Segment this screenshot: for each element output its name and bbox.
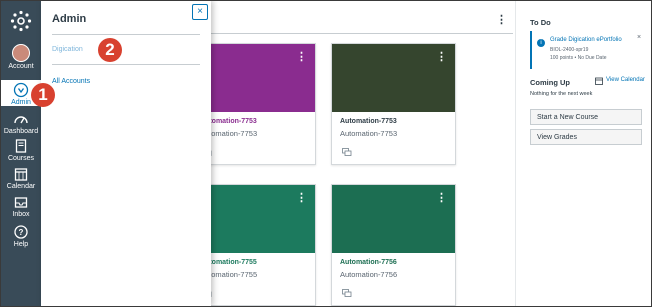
discussion-icon[interactable]	[342, 289, 352, 297]
nav-courses[interactable]: Courses	[1, 138, 41, 162]
card-course-name[interactable]: Automation-7756	[340, 259, 397, 266]
card-course-code: Automation-7753	[340, 129, 398, 138]
avatar	[12, 44, 30, 62]
tray-link-digication[interactable]: Digication	[52, 46, 83, 53]
close-icon[interactable]: ×	[192, 4, 208, 20]
view-grades-button[interactable]: View Grades	[530, 129, 642, 145]
nav-help-label: Help	[13, 241, 29, 248]
admin-tray: Admin × Digication All Accounts	[41, 1, 211, 306]
canvas-logo-icon[interactable]	[10, 10, 32, 32]
card-options-icon[interactable]: ⋮	[296, 191, 307, 204]
nav-calendar[interactable]: Calendar	[1, 166, 41, 190]
tray-divider	[52, 34, 200, 35]
tray-title: Admin	[52, 13, 87, 25]
inbox-icon	[14, 197, 28, 208]
global-nav: Account Admin Dashboard Courses Calendar…	[1, 1, 41, 306]
calendar-icon	[14, 168, 28, 181]
start-new-course-button[interactable]: Start a New Course	[530, 109, 642, 125]
help-icon: ?	[14, 225, 28, 239]
course-card[interactable]: ⋮ Automation-7753 Automation-7753	[331, 43, 456, 165]
card-options-icon[interactable]: ⋮	[436, 191, 447, 204]
todo-heading: To Do	[530, 18, 551, 27]
info-icon: i	[537, 39, 545, 47]
card-course-code: Automation-7756	[340, 270, 398, 279]
step-callout-2: 2	[98, 38, 122, 62]
card-options-icon[interactable]: ⋮	[296, 50, 307, 63]
todo-item-details: 100 points • No Due Date	[550, 55, 607, 61]
svg-text:?: ?	[19, 228, 24, 237]
dashboard-icon	[14, 116, 28, 124]
shield-icon	[13, 82, 29, 98]
nav-help[interactable]: ? Help	[1, 224, 41, 248]
todo-item[interactable]: i Grade Digication ePortfolio BIOL-2400-…	[530, 31, 644, 69]
todo-item-course: BIOL-2400-spr19	[550, 47, 589, 53]
view-calendar-link[interactable]: View Calendar	[606, 77, 645, 83]
header-divider	[211, 33, 513, 34]
course-card[interactable]: ⋮ Automation-7756 Automation-7756	[331, 184, 456, 306]
book-icon	[15, 139, 27, 153]
nav-account-label: Account	[8, 63, 34, 70]
nav-inbox-label: Inbox	[12, 211, 30, 218]
step-callout-1: 1	[31, 83, 55, 107]
todo-item-title[interactable]: Grade Digication ePortfolio	[550, 37, 622, 43]
discussion-icon[interactable]	[342, 148, 352, 156]
nav-dashboard-label: Dashboard	[3, 128, 39, 135]
nav-inbox[interactable]: Inbox	[1, 194, 41, 218]
nav-calendar-label: Calendar	[6, 183, 36, 190]
sidebar-divider	[515, 1, 516, 306]
coming-up-heading: Coming Up	[530, 78, 570, 87]
nav-account[interactable]: Account	[1, 44, 41, 71]
dismiss-icon[interactable]: ×	[637, 34, 641, 41]
dashboard-options-icon[interactable]: ⋮	[496, 13, 507, 26]
coming-up-note: Nothing for the next week	[530, 91, 593, 97]
nav-dashboard[interactable]: Dashboard	[1, 111, 41, 135]
card-course-name[interactable]: Automation-7753	[340, 118, 397, 125]
tray-divider	[52, 64, 200, 65]
canvas-window: Account Admin Dashboard Courses Calendar…	[0, 0, 652, 307]
nav-admin-label: Admin	[11, 99, 31, 106]
tray-link-all-accounts[interactable]: All Accounts	[52, 78, 90, 85]
calendar-icon	[595, 77, 603, 85]
card-options-icon[interactable]: ⋮	[436, 50, 447, 63]
nav-courses-label: Courses	[7, 155, 35, 162]
